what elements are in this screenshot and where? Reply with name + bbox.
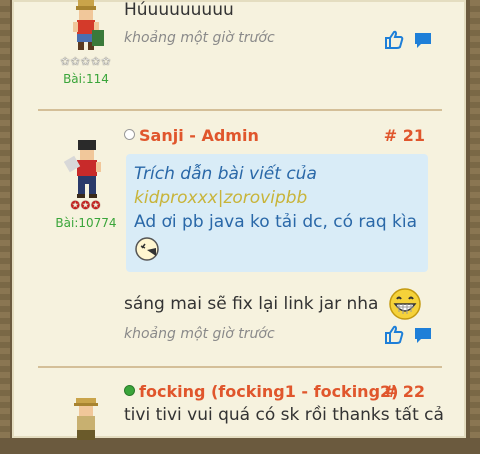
post-message: sáng mai sẽ fix lại link jar nha — [124, 287, 434, 327]
comment-icon[interactable] — [413, 30, 433, 50]
thumbs-up-icon[interactable] — [384, 30, 404, 50]
laughing-emoji-icon — [134, 236, 160, 262]
quote-text: Ad ơi pb java ko tải dc, có raq kìa — [134, 212, 417, 232]
author-info: ✪✪✪ Bài:10774 — [36, 140, 136, 230]
quote-title: Trích dẫn bài viết của — [134, 164, 317, 184]
post-divider — [38, 366, 442, 368]
post-number[interactable]: # 21 — [384, 126, 425, 145]
author-info — [36, 398, 136, 450]
post-time: khoảng một giờ trước — [124, 326, 275, 342]
post-divider — [38, 109, 442, 111]
post-message: Húuuuuuuuu — [124, 0, 234, 20]
rank-stars: ✪✪✪ — [70, 199, 102, 212]
username[interactable]: focking (focking1 - focking2) — [124, 382, 398, 401]
author-info: ✩✩✩✩✩ Bài:114 — [36, 0, 136, 86]
post-count: Bài:114 — [63, 72, 109, 86]
post-message: tivi tivi vui quá có sk rồi thanks tất c… — [124, 405, 444, 425]
avatar[interactable] — [63, 140, 108, 198]
quote-block: Trích dẫn bài viết của kidproxxx|zorovip… — [126, 154, 428, 272]
post-actions — [384, 30, 434, 52]
avatar[interactable] — [64, 398, 108, 450]
post-actions — [384, 325, 434, 347]
online-status-icon — [124, 385, 135, 396]
post-count: Bài:10774 — [55, 216, 117, 230]
rank-stars: ✩✩✩✩✩ — [60, 55, 112, 68]
comment-icon[interactable] — [413, 325, 433, 345]
thumbs-up-icon[interactable] — [384, 325, 404, 345]
avatar[interactable] — [64, 0, 108, 52]
username[interactable]: Sanji - Admin — [124, 126, 259, 145]
post-number[interactable]: # 22 — [384, 382, 425, 401]
grinning-emoji-icon — [388, 287, 422, 327]
quote-author[interactable]: kidproxxx|zorovipbb — [134, 186, 420, 210]
offline-status-icon — [124, 129, 135, 140]
post-time: khoảng một giờ trước — [124, 30, 275, 46]
